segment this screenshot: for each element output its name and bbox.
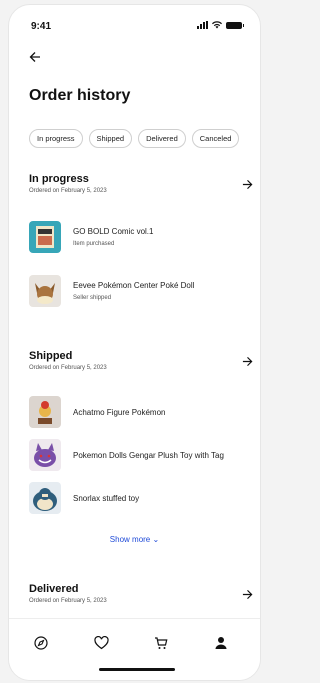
show-more-link[interactable]: Show more ⌄ [110,535,159,544]
list-item[interactable]: Pokemon Dolls Gengar Plush Toy with Tag [29,439,253,473]
list-item[interactable]: Snorlax stuffed toy [29,482,253,516]
item-name: GO BOLD Comic vol.1 [73,227,154,236]
product-thumbnail [29,221,61,253]
product-thumbnail [29,482,61,514]
section-shipped[interactable]: Shipped Ordered on February 5, 2023 [29,350,253,380]
home-indicator [99,668,175,671]
system-icons [197,21,244,29]
section-date: Ordered on February 5, 2023 [29,598,107,604]
product-thumbnail [29,275,61,307]
item-name: Pokemon Dolls Gengar Plush Toy with Tag [73,451,224,460]
cart-icon [155,637,168,649]
status-bar: 9:41 [9,5,260,39]
filter-chip-in-progress[interactable]: In progress [29,129,83,148]
signal-icon [197,21,208,29]
filter-chip-shipped[interactable]: Shipped [88,129,133,148]
filter-chip-canceled[interactable]: Canceled [191,129,240,148]
item-status: Seller shipped [73,295,112,301]
item-name: Achatmo Figure Pokémon [73,408,166,417]
section-date: Ordered on February 5, 2023 [29,365,107,371]
battery-icon [226,21,244,29]
profile-icon [215,637,227,649]
section-in-progress[interactable]: In progress Ordered on February 5, 2023 [29,173,253,203]
tab-cart[interactable] [151,633,171,653]
arrow-right-icon[interactable] [242,179,253,192]
list-item[interactable]: GO BOLD Comic vol.1 Item purchased [29,221,253,255]
heart-icon [93,636,109,650]
tab-explore[interactable] [31,633,51,653]
phone-frame: 9:41 Order history In progress Shipped D… [8,4,261,681]
section-delivered[interactable]: Delivered Ordered on February 5, 2023 [29,583,253,613]
section-title: Shipped [29,350,73,362]
tab-favorites[interactable] [91,633,111,653]
status-time: 9:41 [31,21,52,32]
bottom-tab-bar [9,618,260,680]
product-thumbnail [29,396,61,428]
list-item[interactable]: Achatmo Figure Pokémon [29,396,253,430]
filter-chip-delivered[interactable]: Delivered [138,129,186,148]
product-thumbnail [29,439,61,471]
item-status: Item purchased [73,241,115,247]
filter-chips: In progress Shipped Delivered Canceled [29,129,240,148]
tab-profile[interactable] [211,633,231,653]
list-item[interactable]: Eevee Pokémon Center Poké Doll Seller sh… [29,275,253,309]
item-name: Snorlax stuffed toy [73,494,140,503]
arrow-right-icon[interactable] [242,589,253,602]
section-title: In progress [29,173,89,185]
wifi-icon [212,21,222,29]
back-button[interactable] [29,51,41,67]
compass-icon [34,636,48,650]
arrow-left-icon [29,52,40,62]
item-name: Eevee Pokémon Center Poké Doll [73,281,195,290]
arrow-right-icon[interactable] [242,356,253,369]
section-title: Delivered [29,583,79,595]
section-date: Ordered on February 5, 2023 [29,188,107,194]
page-title: Order history [29,87,131,104]
show-more-container: Show more ⌄ [9,535,260,544]
